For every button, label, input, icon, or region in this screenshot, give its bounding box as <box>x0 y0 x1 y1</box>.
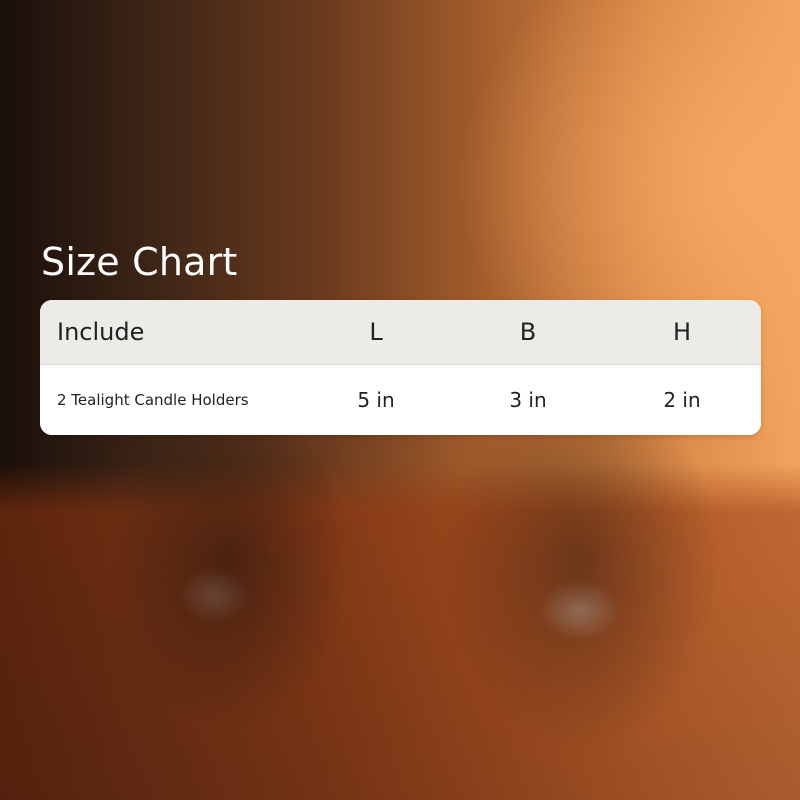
size-table: Include L B H 2 Tealight Candle Holders … <box>40 300 761 435</box>
cell-include: 2 Tealight Candle Holders <box>57 391 249 409</box>
cell-length: 5 in <box>357 388 395 412</box>
cell-height: 2 in <box>663 388 701 412</box>
header-length: L <box>369 318 383 346</box>
header-height: H <box>672 318 692 346</box>
header-include: Include <box>57 318 145 346</box>
page-title: Size Chart <box>41 240 238 284</box>
table-header-row: Include L B H <box>40 300 761 365</box>
header-breadth: B <box>519 318 537 346</box>
table-row: 2 Tealight Candle Holders 5 in 3 in 2 in <box>40 365 761 435</box>
cell-breadth: 3 in <box>509 388 547 412</box>
